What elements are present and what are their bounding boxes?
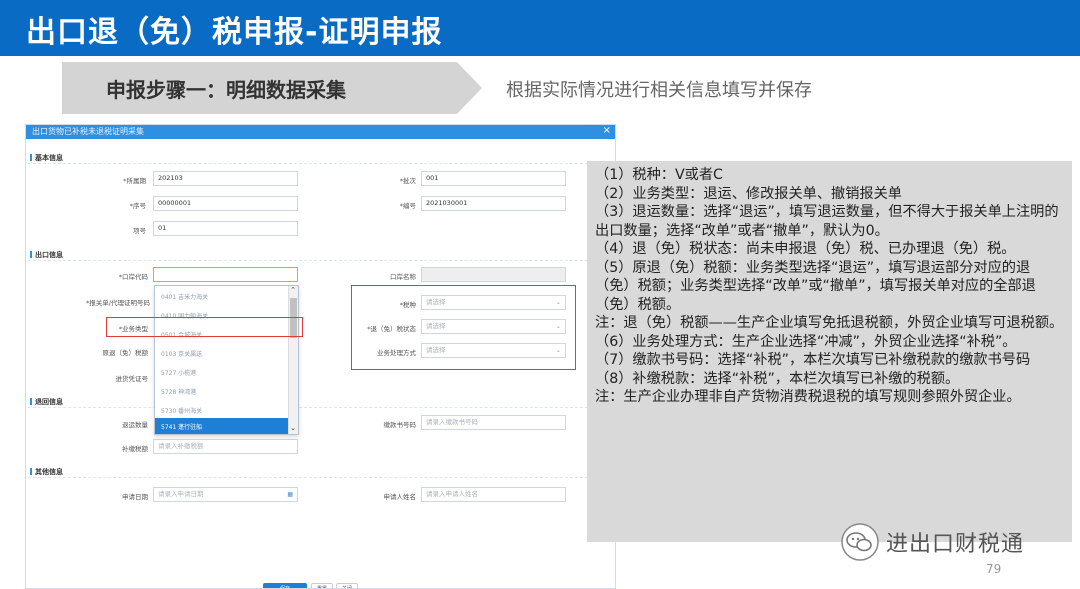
customs-no-label: *报关单/代理证明号码 (86, 299, 150, 307)
port-name-input (421, 267, 566, 282)
payment-no-input[interactable]: 请录入缴款书号码 (421, 415, 566, 430)
page-number: 79 (986, 562, 1002, 576)
supp-tax-input[interactable]: 请录入补缴税额 (153, 439, 298, 454)
voucher-label: 进货凭证号 (115, 375, 149, 383)
step-label: 申报步骤一：明细数据采集 (106, 78, 346, 102)
port-code-label: *口岸代码 (118, 273, 148, 281)
note-item: 注：退（免）税额——生产企业填写免抵退税额，外贸企业填写可退税额。 (595, 315, 1064, 331)
note-item: （8）补缴税款：选择“补税”，本栏次填写已补缴的税额。 (595, 370, 960, 387)
applicant-input[interactable]: 请录入申请人姓名 (421, 487, 566, 502)
note-item: （1）税种：V或者C (595, 167, 723, 183)
note-item: （2）业务类型：退运、修改报关单、撤销报关单 (595, 185, 902, 202)
section-other-info: 其他信息 (30, 467, 63, 477)
watermark: 进出口财税通 (840, 522, 1024, 562)
note-item: （4）退（免）税状态：尚未申报退（免）税、已办理退（免）税。 (595, 241, 1016, 257)
divider (28, 407, 613, 408)
batch-input[interactable]: 001 (421, 171, 566, 186)
port-code-dropdown[interactable]: 0401 吉米力海关 0410 国力船海关 0501 合城海关 0103 京关属… (154, 285, 299, 435)
chevron-up-icon[interactable]: ⌃ (289, 286, 297, 294)
chevron-down-icon[interactable]: ⌄ (289, 424, 297, 432)
item-input[interactable]: 01 (153, 221, 298, 236)
notes-panel: （1）税种：V或者C （2）业务类型：退运、修改报关单、撤销报关单 （3）退运数… (587, 161, 1072, 542)
close-button[interactable]: 关闭 (336, 583, 358, 588)
section-basic-info: 基本信息 (30, 153, 63, 163)
item-label: 项号 (133, 227, 146, 235)
page-title: 出口退（免）税申报-证明申报 (26, 15, 443, 50)
calendar-icon: ▦ (287, 491, 293, 498)
apply-date-input[interactable]: 请录入申请日期 ▦ (153, 487, 298, 502)
section-refund-info: 退回信息 (30, 397, 63, 407)
section-export-info: 出口信息 (30, 250, 63, 260)
period-label: *所属期 (123, 177, 146, 185)
apply-date-label: 申请日期 (122, 493, 148, 501)
note-item: （6）业务处理方式：生产企业选择“冲减”，外贸企业选择“补税”。 (595, 333, 1017, 350)
note-item: （7）缴款书号码：选择“补税”，本栏次填写已补缴税款的缴款书号码 (595, 352, 1031, 368)
supp-tax-label: 补缴税额 (122, 445, 148, 453)
highlight-select-group (351, 285, 576, 370)
dropdown-option[interactable]: 0103 京关属送 (155, 345, 289, 364)
dropdown-option[interactable]: 5728 神湾港 (155, 383, 289, 402)
dialog-title: 出口货物已补税未退税证明采集 (32, 127, 144, 136)
highlight-biz-type (106, 317, 303, 337)
dropdown-option-selected[interactable]: 5741 蓬行驻船 (155, 418, 289, 434)
period-input[interactable]: 202103 (153, 171, 298, 186)
reset-button[interactable]: 重置 (311, 583, 333, 588)
seq-label: *序号 (129, 202, 146, 210)
divider (28, 477, 613, 478)
number-input[interactable]: 2021030001 (421, 196, 566, 211)
watermark-text: 进出口财税通 (886, 532, 1025, 557)
header-bar: 出口退（免）税申报-证明申报 (0, 0, 1080, 56)
note-item: （3）退运数量：选择“退运”，填写退运数量，但不得大于报关单上注明的出口数量；选… (595, 204, 1059, 239)
step-description: 根据实际情况进行相关信息填写并保存 (506, 80, 812, 101)
collection-dialog: 出口货物已补税未退税证明采集 × 基本信息 *所属期 202103 *批次 00… (25, 124, 616, 589)
dropdown-scrollbar[interactable]: ⌃ ⌄ (288, 286, 298, 434)
payment-no-label: 缴款书号码 (383, 421, 417, 429)
save-button[interactable]: 保存 (263, 583, 307, 588)
dropdown-option[interactable]: 0401 吉米力海关 (155, 288, 289, 307)
apply-date-value: 请录入申请日期 (158, 490, 204, 498)
divider (28, 260, 613, 261)
note-item: 注：生产企业办理非自产货物消费税退税的填写规则参照外贸企业。 (595, 389, 1021, 405)
dialog-titlebar: 出口货物已补税未退税证明采集 × (26, 125, 615, 139)
batch-label: *批次 (399, 177, 416, 185)
dropdown-option[interactable]: 5727 小榄港 (155, 364, 289, 383)
port-code-input[interactable] (153, 267, 298, 282)
number-label: *编号 (399, 202, 416, 210)
slide: 出口退（免）税申报-证明申报 申报步骤一：明细数据采集 根据实际情况进行相关信息… (0, 0, 1080, 589)
orig-tax-label: 原退（免）税额 (102, 349, 149, 357)
applicant-label: 申请人姓名 (383, 493, 417, 501)
divider (28, 163, 613, 164)
seq-input[interactable]: 00000001 (153, 196, 298, 211)
note-item: （5）原退（免）税额：业务类型选择“退运”，填写退运部分对应的退（免）税额；业务… (595, 259, 1036, 313)
refund-qty-label: 退运数量 (122, 421, 148, 429)
port-name-label: 口岸名称 (390, 273, 416, 281)
close-icon[interactable]: × (603, 125, 611, 137)
wechat-icon (841, 523, 879, 561)
